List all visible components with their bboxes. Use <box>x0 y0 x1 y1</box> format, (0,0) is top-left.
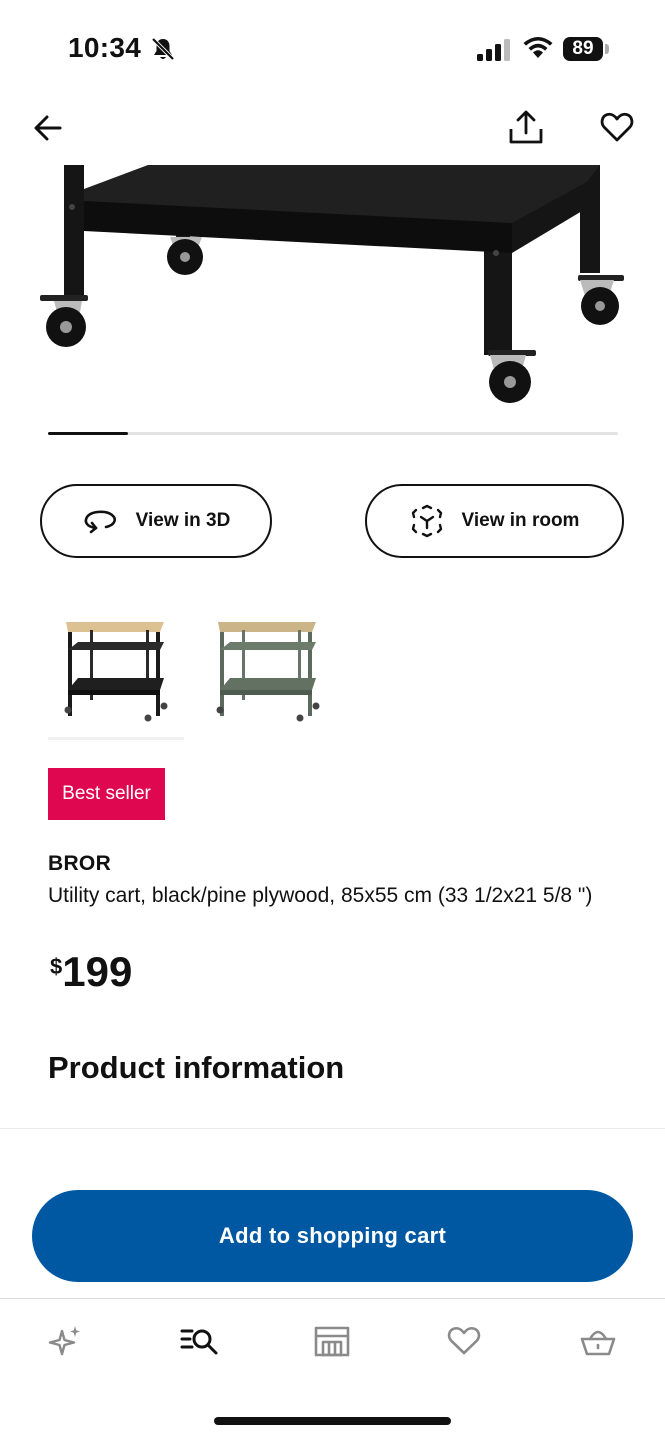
variant-black-pine[interactable] <box>48 610 184 740</box>
share-icon <box>509 110 543 144</box>
sparkle-icon <box>48 1326 80 1356</box>
rotate-3d-icon <box>84 510 116 534</box>
battery-indicator: 89 <box>563 37 603 61</box>
product-hero-image[interactable] <box>0 165 665 415</box>
add-to-cart-button[interactable]: Add to shopping cart <box>32 1190 633 1282</box>
status-bar: 10:34 89 <box>0 0 665 100</box>
search-list-icon <box>180 1329 218 1355</box>
tab-favourites[interactable] <box>442 1321 486 1361</box>
share-button[interactable] <box>503 104 549 150</box>
variant-green-pine-image <box>216 622 320 722</box>
view-in-room-button[interactable]: View in room <box>365 484 624 558</box>
tab-stores[interactable] <box>310 1321 354 1361</box>
back-button[interactable] <box>28 108 68 148</box>
home-indicator[interactable] <box>214 1417 451 1425</box>
augmented-reality-icon <box>411 504 442 538</box>
product-name: BROR <box>48 852 112 875</box>
tab-shopping-cart[interactable] <box>576 1321 620 1361</box>
heart-icon <box>447 1326 481 1355</box>
arrow-left-icon <box>34 115 62 141</box>
product-information-heading[interactable]: Product information <box>48 1050 344 1086</box>
bell-muted-icon <box>151 37 175 61</box>
view-3d-button[interactable]: View in 3D <box>40 484 272 558</box>
view-in-room-label: View in room <box>461 510 580 531</box>
wifi-icon <box>523 37 553 58</box>
tab-inspiration[interactable] <box>44 1321 88 1361</box>
heart-icon <box>600 112 634 142</box>
product-price: $199 <box>50 948 132 996</box>
favorite-button[interactable] <box>596 106 638 148</box>
status-time: 10:34 <box>68 32 142 63</box>
best-seller-badge: Best seller <box>48 768 165 820</box>
battery-cap <box>605 44 609 54</box>
store-icon <box>314 1326 350 1357</box>
image-carousel-progress <box>48 432 618 435</box>
price-amount: 199 <box>62 948 133 995</box>
product-description: Utility cart, black/pine plywood, 85x55 … <box>48 884 593 907</box>
image-carousel-progress-fill <box>48 432 128 435</box>
variant-black-pine-image <box>64 622 168 722</box>
basket-icon <box>580 1330 616 1356</box>
view-3d-label: View in 3D <box>135 510 231 531</box>
signal-icon <box>477 39 510 61</box>
tab-search[interactable] <box>178 1321 222 1361</box>
price-currency: $ <box>50 954 63 979</box>
section-divider <box>0 1128 665 1129</box>
variant-green-pine[interactable] <box>200 610 336 740</box>
